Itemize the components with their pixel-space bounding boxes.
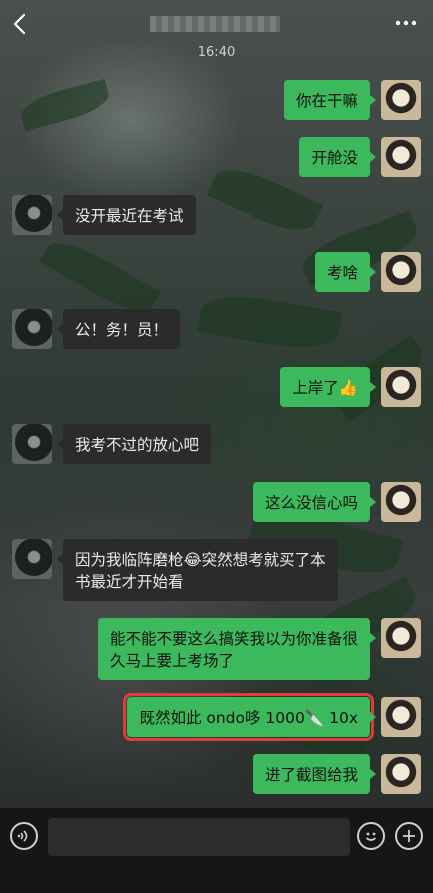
message-input[interactable] xyxy=(48,818,350,856)
more-dots-icon[interactable] xyxy=(395,18,417,28)
avatar[interactable] xyxy=(381,482,421,522)
chevron-left-icon[interactable] xyxy=(10,12,30,36)
emoji-icon[interactable] xyxy=(357,822,385,850)
message-bubble[interactable]: 上岸了👍 xyxy=(280,367,376,407)
message-bubble[interactable]: 因为我临阵磨枪😂突然想考就买了本 书最近才开始看 xyxy=(57,539,338,601)
avatar[interactable] xyxy=(381,137,421,177)
message-bubble[interactable]: 这么没信心吗 xyxy=(252,482,377,522)
avatar[interactable] xyxy=(12,195,52,235)
avatar[interactable] xyxy=(381,252,421,292)
voice-icon[interactable] xyxy=(10,822,38,850)
message-bubble[interactable]: 能不能不要这么搞笑我以为你准备很 久马上要上考场了 xyxy=(97,618,377,680)
avatar[interactable] xyxy=(381,618,421,658)
avatar[interactable] xyxy=(381,697,421,737)
message-bubble[interactable]: 没开最近在考试 xyxy=(57,195,196,235)
avatar[interactable] xyxy=(12,309,52,349)
message-bubble[interactable]: 考啥 xyxy=(314,252,377,292)
avatar[interactable] xyxy=(12,424,52,464)
avatar[interactable] xyxy=(381,754,421,794)
top-bar xyxy=(0,0,433,44)
message-bubble[interactable]: 公！务！员！ xyxy=(56,309,181,349)
message-bubble-highlighted[interactable]: 既然如此 ondo哆 1000🔪 10x xyxy=(123,693,376,741)
plus-icon[interactable] xyxy=(395,822,423,850)
avatar[interactable] xyxy=(381,80,421,120)
message-bubble[interactable]: 开舱没 xyxy=(299,137,376,177)
avatar[interactable] xyxy=(381,367,421,407)
avatar[interactable] xyxy=(12,539,52,579)
message-timestamp: 16:40 xyxy=(197,45,236,60)
input-bar xyxy=(0,808,433,893)
message-bubble[interactable]: 进了截图给我 xyxy=(252,754,377,794)
contact-name-redacted xyxy=(150,16,280,32)
message-bubble[interactable]: 我考不过的放心吧 xyxy=(56,424,212,464)
message-bubble[interactable]: 你在干嘛 xyxy=(283,80,377,120)
